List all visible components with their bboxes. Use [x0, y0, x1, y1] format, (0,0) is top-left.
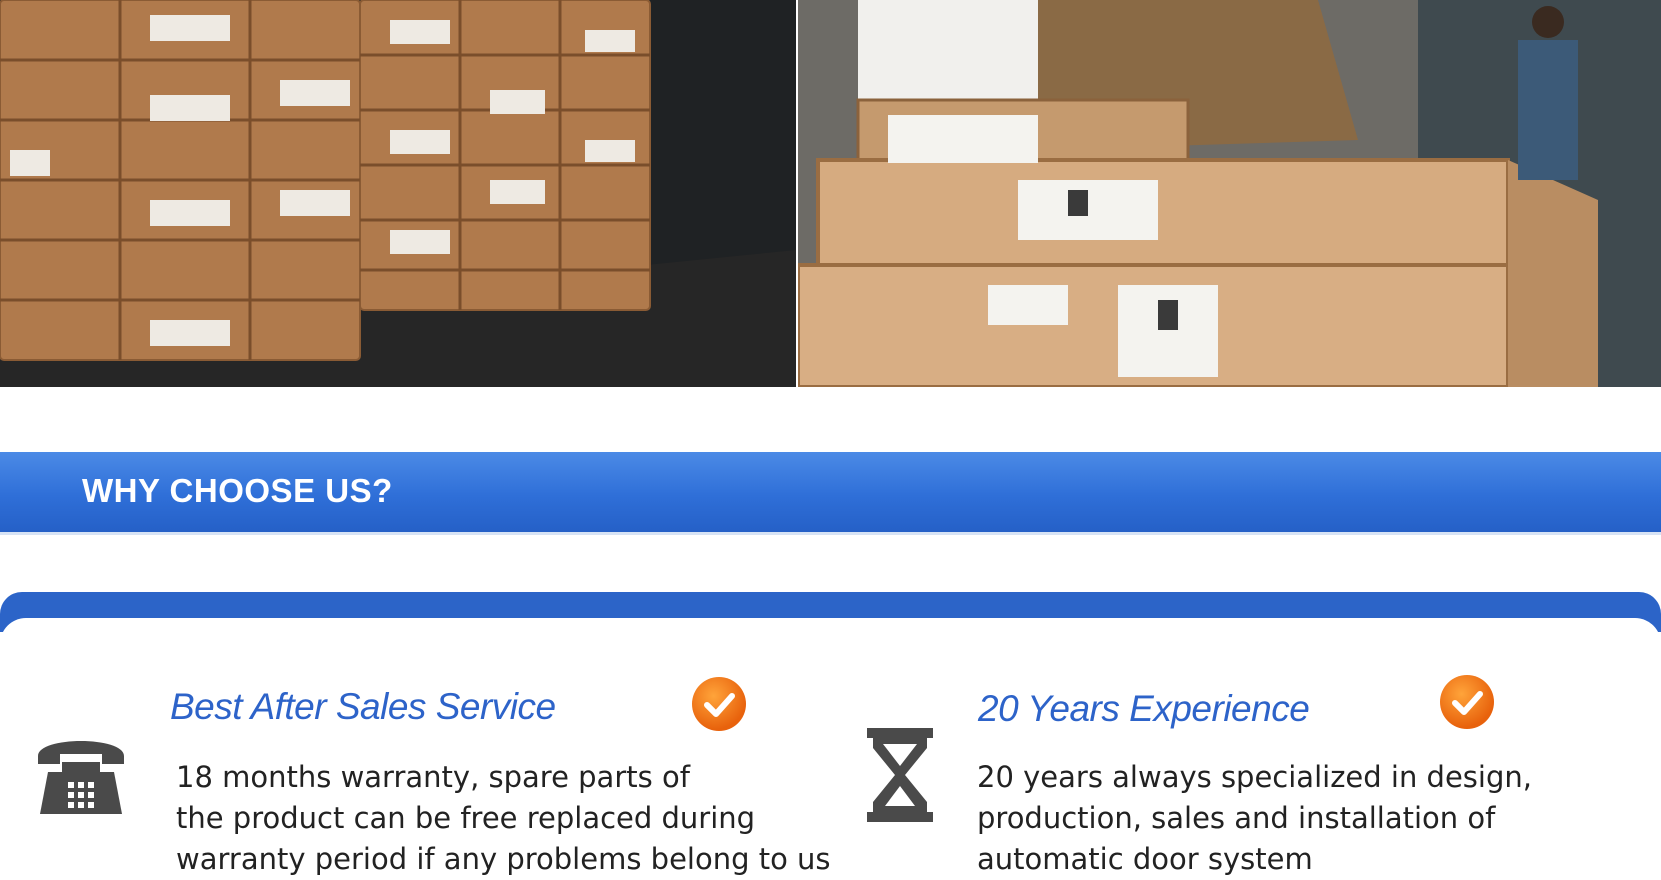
why-choose-us-header: WHY CHOOSE US?	[0, 452, 1661, 535]
feature-description-line: production, sales and installation of	[977, 801, 1496, 835]
wooden-crates-photo	[798, 0, 1661, 387]
feature-description-line: warranty period if any problems belong t…	[176, 842, 831, 876]
feature-after-sales: Best After Sales Service 18 months warra…	[0, 618, 831, 878]
feature-experience: 20 Years Experience 20 years always spec…	[830, 618, 1661, 878]
feature-description-line: 20 years always specialized in design,	[977, 760, 1532, 794]
warehouse-cartons-photo	[0, 0, 796, 387]
photo-strip	[0, 0, 1661, 387]
hourglass-icon	[865, 728, 935, 827]
feature-description-line: automatic door system	[977, 842, 1313, 876]
check-badge-icon	[1440, 675, 1494, 729]
check-badge-icon	[692, 677, 746, 731]
feature-title: Best After Sales Service	[170, 686, 556, 727]
feature-title: 20 Years Experience	[978, 688, 1310, 729]
telephone-icon	[34, 730, 128, 821]
feature-description-line: 18 months warranty, spare parts of	[176, 760, 690, 794]
section-title: WHY CHOOSE US?	[82, 472, 393, 509]
feature-description-line: the product can be free replaced during	[176, 801, 756, 835]
features-panel: Best After Sales Service 18 months warra…	[0, 618, 1661, 878]
